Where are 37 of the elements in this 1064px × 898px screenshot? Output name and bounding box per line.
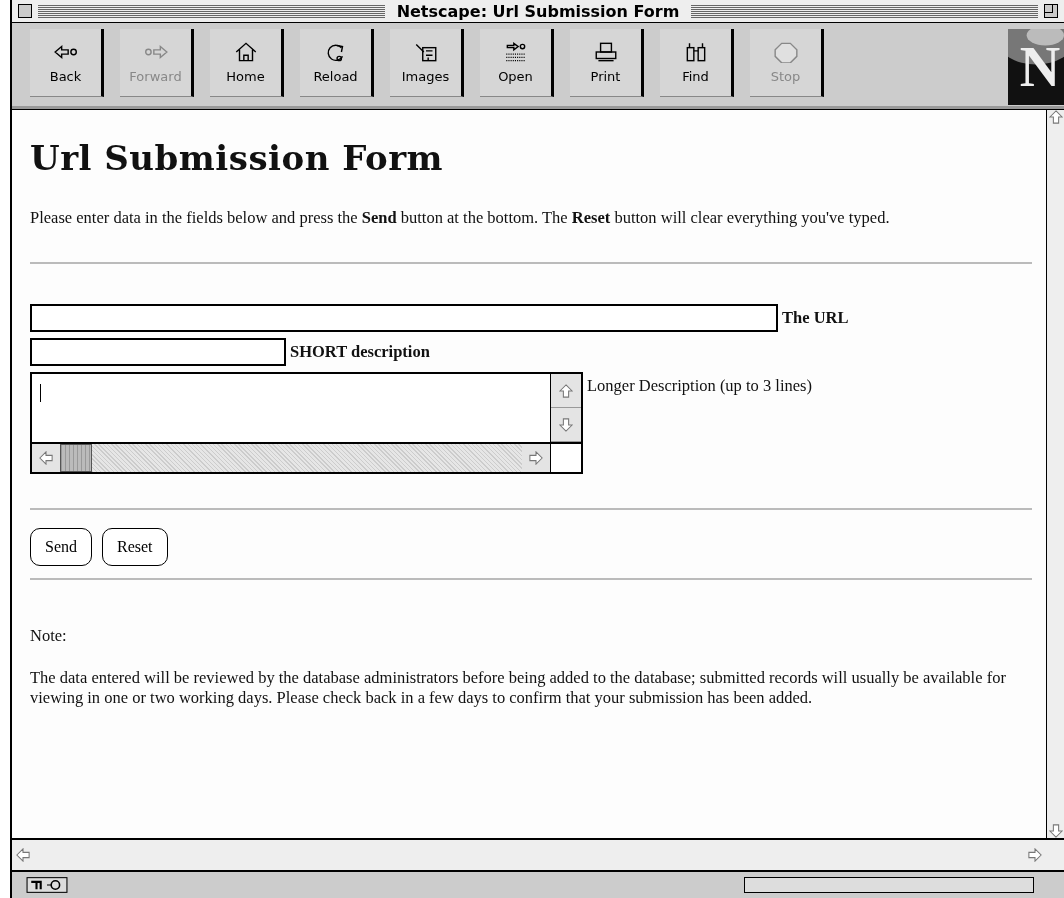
zoom-box[interactable] bbox=[1044, 4, 1058, 18]
reset-button[interactable]: Reset bbox=[102, 528, 168, 566]
scroll-up-icon[interactable] bbox=[559, 383, 573, 398]
scroll-right-icon[interactable] bbox=[1028, 848, 1042, 862]
toolbar-button[interactable]: Back bbox=[30, 29, 104, 97]
note-text: The data entered will be reviewed by the database administrators before being added to the database; submitted records will usually be available for viewing in one or two working days. Please check back in a few days to confirm that your submission has been added. bbox=[30, 668, 1007, 708]
field-label: The URL bbox=[782, 307, 849, 329]
toolbar-button[interactable]: Open bbox=[480, 29, 554, 97]
toolbar-button[interactable]: Print bbox=[570, 29, 644, 97]
toolbar-button[interactable]: Find bbox=[660, 29, 734, 97]
scroll-thumb[interactable] bbox=[60, 444, 92, 472]
scroll-down-icon[interactable] bbox=[559, 417, 573, 432]
security-icon bbox=[26, 876, 68, 894]
vertical-scrollbar[interactable] bbox=[1046, 110, 1064, 838]
intro-text: Please enter data in the fields below and press the Send button at the bottom. The Reset button will clear everything you've typed. bbox=[30, 208, 891, 228]
field-label: Longer Description (up to 3 lines) bbox=[587, 375, 812, 397]
window-title: Netscape: Url Submission Form bbox=[395, 1, 681, 21]
field-label: SHORT description bbox=[290, 341, 430, 363]
scroll-left-icon[interactable] bbox=[39, 451, 53, 465]
text-area[interactable] bbox=[30, 372, 583, 474]
note-title: Note: bbox=[30, 625, 68, 646]
page-heading: Url Submission Form bbox=[30, 138, 445, 178]
scroll-down-icon[interactable] bbox=[1048, 824, 1063, 838]
close-box[interactable] bbox=[18, 4, 32, 18]
toolbar-button[interactable]: Home bbox=[210, 29, 284, 97]
toolbar-button[interactable]: Reload bbox=[300, 29, 374, 97]
stop-icon bbox=[772, 41, 799, 63]
url-field[interactable] bbox=[30, 304, 778, 332]
scroll-right-icon[interactable] bbox=[529, 451, 543, 465]
toolbar-button[interactable]: Images bbox=[390, 29, 464, 97]
text-field[interactable] bbox=[30, 338, 286, 366]
title-bar-stripes[interactable] bbox=[691, 4, 1038, 18]
title-bar-stripes[interactable] bbox=[38, 4, 385, 18]
horizontal-scrollbar[interactable] bbox=[12, 838, 1064, 872]
scroll-left-icon[interactable] bbox=[16, 848, 30, 862]
scroll-up-icon[interactable] bbox=[1048, 110, 1063, 124]
send-button[interactable]: Send bbox=[30, 528, 92, 566]
